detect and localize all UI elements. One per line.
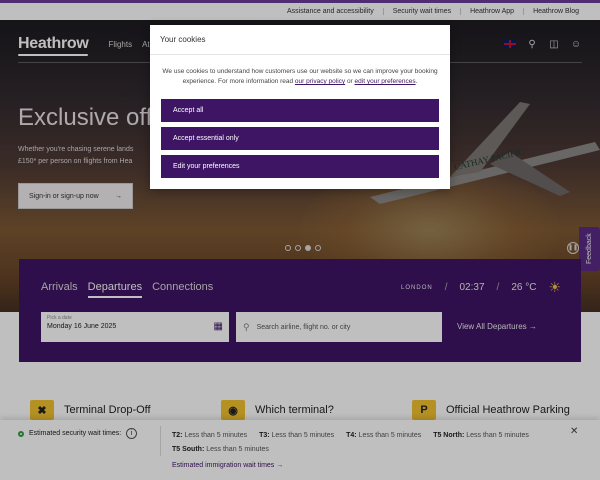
edit-preferences-button[interactable]: Edit your preferences — [161, 155, 439, 178]
cookie-dialog-body: We use cookies to understand how custome… — [150, 55, 450, 87]
cookie-dialog: Your cookies We use cookies to understan… — [150, 25, 450, 189]
cookie-text-end: . — [415, 78, 418, 85]
cookie-text-or: or — [345, 78, 355, 85]
accept-essential-button[interactable]: Accept essential only — [161, 127, 439, 150]
cookie-dialog-title: Your cookies — [150, 25, 450, 55]
edit-preferences-link[interactable]: edit your preferences — [355, 78, 416, 85]
privacy-policy-link[interactable]: our privacy policy — [295, 78, 345, 85]
accept-all-button[interactable]: Accept all — [161, 99, 439, 122]
